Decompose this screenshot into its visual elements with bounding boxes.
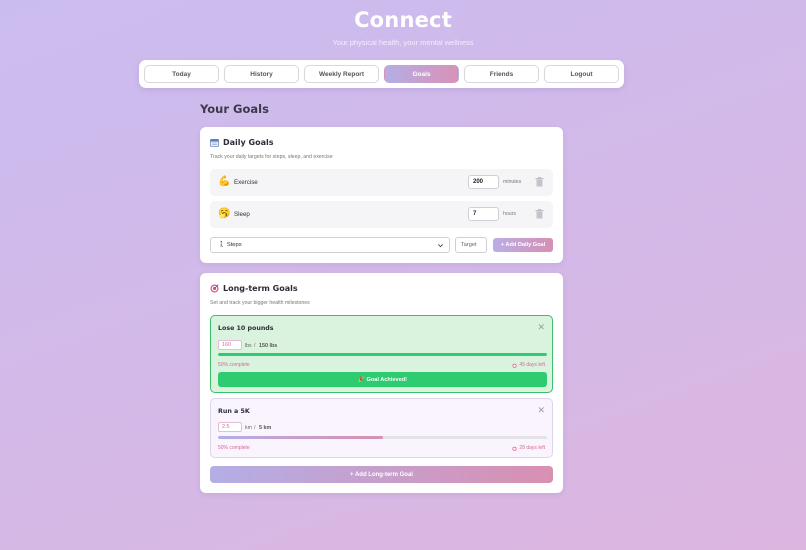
nav-logout-button[interactable]: Logout: [544, 65, 619, 83]
add-daily-goal-button[interactable]: + Add Daily Goal: [493, 238, 553, 252]
daily-goals-title: Daily Goals: [223, 138, 274, 147]
alarm-clock-icon: [512, 363, 517, 368]
longterm-goals-title: Long-term Goals: [223, 284, 298, 293]
target-icon: [210, 284, 219, 293]
close-icon[interactable]: ✕: [537, 406, 545, 415]
flexed-bicep-icon: 💪: [218, 176, 231, 187]
days-left-text: 28 days left: [519, 445, 545, 451]
nav-history-button[interactable]: History: [224, 65, 299, 83]
daily-goal-row: 💪 Exercise 200 minutes: [210, 169, 553, 196]
daily-goal-label: Sleep: [234, 211, 250, 218]
daily-goal-row: 🥱 Sleep 7 hours: [210, 201, 553, 228]
nav-goals-button[interactable]: Goals: [384, 65, 459, 83]
progress-bar-fill: [218, 436, 383, 439]
trash-icon[interactable]: [535, 177, 544, 187]
target-value: 5 km: [259, 425, 272, 431]
longterm-goal-card: Lose 10 pounds ✕ 160 lbs / 150 lbs 50% c…: [210, 315, 553, 393]
daily-goal-unit: minutes: [503, 179, 522, 185]
current-unit: km: [245, 425, 252, 431]
days-left: 45 days left: [512, 362, 545, 368]
target-input[interactable]: Target: [455, 237, 487, 253]
daily-goals-card: Daily Goals Track your daily targets for…: [200, 127, 563, 263]
app-subtitle: Your physical health, your mental wellne…: [332, 38, 474, 47]
sleeping-face-icon: 🥱: [218, 208, 231, 219]
page-title: Your Goals: [200, 102, 269, 116]
chevron-down-icon: [438, 244, 443, 248]
longterm-goal-title: Lose 10 pounds: [218, 325, 274, 332]
nav-friends-button[interactable]: Friends: [464, 65, 539, 83]
daily-goals-header: Daily Goals: [210, 138, 274, 147]
nav-weekly-report-button[interactable]: Weekly Report: [304, 65, 379, 83]
current-value-input[interactable]: 160: [218, 340, 242, 350]
nav-today-button[interactable]: Today: [144, 65, 219, 83]
progress-bar: [218, 353, 547, 356]
value-separator: /: [254, 425, 256, 431]
goal-type-select[interactable]: 🚶 Steps: [210, 237, 450, 253]
daily-goal-value-input[interactable]: 200: [468, 175, 499, 189]
longterm-goal-card: Run a 5K ✕ 2.5 km / 5 km 50% complete 28…: [210, 398, 553, 458]
days-left: 28 days left: [512, 445, 545, 451]
longterm-goals-card: Long-term Goals Set and track your bigge…: [200, 273, 563, 493]
close-icon[interactable]: ✕: [537, 323, 545, 332]
target-value: 150 lbs: [259, 343, 278, 349]
percent-complete: 50% complete: [218, 445, 250, 451]
longterm-goals-description: Set and track your bigger health milesto…: [210, 300, 310, 306]
days-left-text: 45 days left: [519, 362, 545, 368]
add-longterm-goal-button[interactable]: + Add Long-term Goal: [210, 466, 553, 483]
alarm-clock-icon: [512, 446, 517, 451]
longterm-goals-header: Long-term Goals: [210, 284, 298, 293]
trash-icon[interactable]: [535, 209, 544, 219]
main-nav: Today History Weekly Report Goals Friend…: [139, 60, 624, 88]
goal-achieved-button[interactable]: 🎉 Goal Achieved!: [218, 372, 547, 387]
percent-complete: 50% complete: [218, 362, 250, 368]
value-separator: /: [254, 343, 256, 349]
daily-goals-description: Track your daily targets for steps, slee…: [210, 154, 333, 160]
current-value-input[interactable]: 2.5: [218, 422, 242, 432]
longterm-goal-title: Run a 5K: [218, 408, 250, 415]
app-title: Connect: [354, 8, 452, 32]
calendar-icon: [210, 138, 219, 147]
current-unit: lbs: [245, 343, 252, 349]
add-daily-goal-form: 🚶 Steps Target + Add Daily Goal: [210, 237, 553, 253]
daily-goal-unit: hours: [503, 211, 516, 217]
daily-goal-value-input[interactable]: 7: [468, 207, 499, 221]
progress-bar-fill: [218, 353, 547, 356]
progress-bar: [218, 436, 547, 439]
goal-type-selected-value: 🚶 Steps: [218, 242, 242, 248]
daily-goal-label: Exercise: [234, 179, 258, 186]
